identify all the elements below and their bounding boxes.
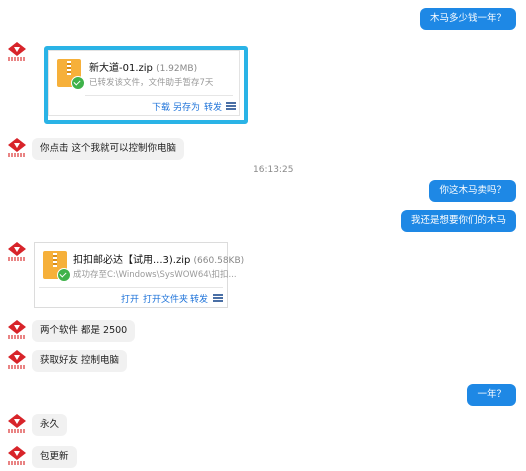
red-diamond-logo-icon: [8, 42, 26, 56]
message-incoming: 获取好友 控制电脑: [32, 350, 128, 372]
avatar[interactable]: [8, 446, 26, 468]
avatar[interactable]: [8, 320, 26, 342]
message-text: 包更新: [40, 451, 69, 462]
message-text: 你点击 这个我就可以控制你电脑: [40, 143, 177, 154]
file-card[interactable]: 新大道-01.zip (1.92MB) 已转发该文件，文件助手暂存7天 下载 另…: [48, 50, 240, 116]
message-incoming: 包更新: [32, 446, 77, 468]
red-diamond-logo-icon: [8, 320, 26, 334]
file-card[interactable]: 扣扣邮必达【试用...3).zip (660.58KB) 成功存至C:\Wind…: [34, 242, 244, 308]
avatar[interactable]: [8, 42, 26, 64]
message-incoming: 你点击 这个我就可以控制你电脑: [32, 138, 185, 160]
message-text: 两个软件 都是 2500: [40, 325, 128, 336]
download-button[interactable]: 下载: [152, 100, 170, 113]
menu-icon[interactable]: [226, 102, 236, 110]
avatar[interactable]: [8, 242, 26, 264]
message-outgoing: 木马多少钱一年？: [419, 8, 516, 30]
open-button[interactable]: 打开: [121, 292, 139, 305]
zip-file-icon: [57, 59, 85, 90]
message-outgoing: 我还是想要你们的木马: [400, 210, 516, 232]
message-text: 一年？: [477, 389, 506, 400]
forward-button[interactable]: 转发: [190, 292, 208, 305]
red-diamond-logo-icon: [8, 138, 26, 152]
avatar[interactable]: [8, 350, 26, 372]
file-size: (660.58KB): [193, 256, 245, 266]
message-outgoing: 一年？: [467, 384, 516, 406]
red-diamond-logo-icon: [8, 242, 26, 256]
message-text: 获取好友 控制电脑: [40, 355, 120, 366]
message-outgoing: 你这木马卖吗？: [429, 180, 516, 202]
red-diamond-logo-icon: [8, 414, 26, 428]
message-text: 你这木马卖吗？: [439, 185, 506, 196]
file-status: 成功存至C:\Windows\SysWOW64\扣扣...: [73, 270, 237, 280]
message-text: 我还是想要你们的木马: [410, 215, 506, 226]
avatar[interactable]: [8, 138, 26, 160]
file-name: 扣扣邮必达【试用...3).zip: [73, 255, 191, 266]
file-size: (1.92MB): [156, 64, 198, 74]
red-diamond-logo-icon: [8, 446, 26, 460]
menu-icon[interactable]: [213, 294, 223, 302]
zip-file-icon: [43, 251, 71, 282]
message-text: 木马多少钱一年？: [429, 13, 506, 24]
red-diamond-logo-icon: [8, 350, 26, 364]
message-text: 永久: [40, 419, 60, 430]
forward-button[interactable]: 转发: [204, 100, 222, 113]
green-check-icon: [71, 76, 85, 90]
timestamp: 16:13:25: [253, 165, 294, 175]
file-status: 已转发该文件，文件助手暂存7天: [89, 78, 214, 88]
avatar[interactable]: [8, 414, 26, 436]
message-incoming: 两个软件 都是 2500: [32, 320, 136, 342]
green-check-icon: [57, 268, 71, 282]
save-as-button[interactable]: 另存为: [173, 100, 200, 113]
message-incoming: 永久: [32, 414, 68, 436]
file-name: 新大道-01.zip: [89, 63, 153, 74]
open-folder-button[interactable]: 打开文件夹: [143, 292, 188, 305]
